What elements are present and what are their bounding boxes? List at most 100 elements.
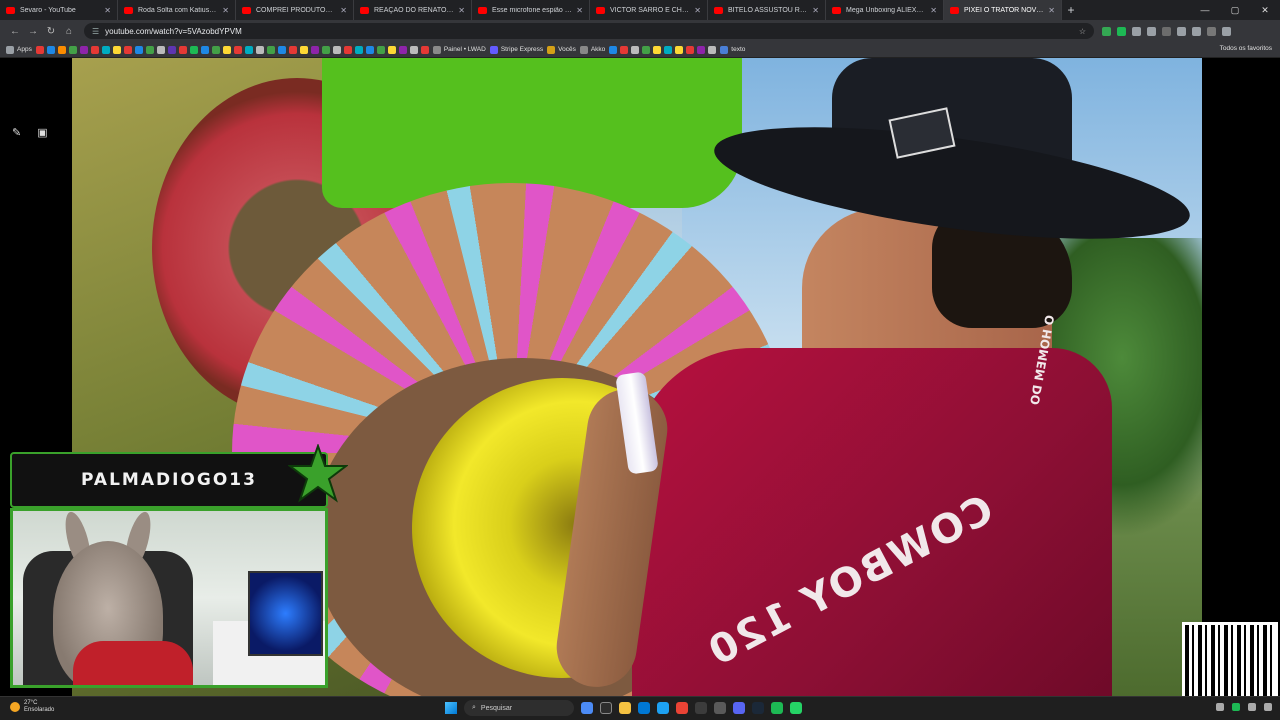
bookmark-icon[interactable] — [398, 45, 407, 54]
close-icon[interactable]: ✕ — [104, 6, 111, 15]
wifi-icon[interactable] — [1248, 703, 1256, 711]
camera-icon[interactable]: ▣ — [37, 126, 47, 139]
site-info-icon[interactable]: ☰ — [92, 27, 99, 36]
minimize-icon[interactable]: — — [1190, 0, 1220, 20]
bookmark-icon[interactable] — [222, 45, 231, 54]
bookmark-icon[interactable] — [365, 45, 374, 54]
volume-icon[interactable] — [1264, 703, 1272, 711]
tray-app-icon[interactable] — [1232, 703, 1240, 711]
history-icon[interactable] — [1192, 26, 1201, 36]
close-icon[interactable]: ✕ — [812, 6, 819, 15]
forward-icon[interactable]: → — [24, 26, 42, 37]
bookmark-icon[interactable] — [609, 45, 618, 54]
bookmark-icon[interactable] — [310, 45, 319, 54]
bookmark-icon[interactable] — [675, 45, 684, 54]
bookmark-icon[interactable] — [686, 45, 695, 54]
url-text[interactable]: youtube.com/watch?v=5VAzobdYPVM — [105, 27, 1079, 36]
app-icon[interactable] — [695, 702, 707, 714]
bookmark-icon[interactable] — [288, 45, 297, 54]
bookmark-icon[interactable] — [376, 45, 385, 54]
tab-6[interactable]: BITELO ASSUSTOU RICHARD R ✕ — [708, 0, 826, 20]
bookmark-icon[interactable] — [211, 45, 220, 54]
back-icon[interactable]: ← — [6, 26, 24, 37]
tab-1[interactable]: Roda Solta com Katiusha a Ru ✕ — [118, 0, 236, 20]
windows-start-icon[interactable] — [445, 702, 457, 714]
close-icon[interactable]: ✕ — [930, 6, 937, 15]
tab-2[interactable]: COMPREI PRODUTOS que ning ✕ — [236, 0, 354, 20]
bookmark-icon[interactable] — [321, 45, 330, 54]
bookmark-icon[interactable] — [299, 45, 308, 54]
magic-wand-icon[interactable]: ✎ — [12, 126, 21, 139]
tab-7[interactable]: Mega Unboxing ALIEXPRESS d✕ — [826, 0, 944, 20]
bookmark-icon[interactable] — [642, 45, 651, 54]
bookmark-icon[interactable] — [244, 45, 253, 54]
bookmark-icon[interactable] — [90, 45, 99, 54]
extension-icon[interactable] — [1162, 26, 1171, 36]
download-icon[interactable] — [1177, 26, 1186, 36]
tab-0[interactable]: Sevaro - YouTube ✕ — [0, 0, 118, 20]
extension-icon[interactable] — [1132, 26, 1141, 36]
bookmark-icon[interactable] — [134, 45, 143, 54]
bookmark-icon[interactable] — [409, 45, 418, 54]
bookmark-icon[interactable] — [420, 45, 429, 54]
bookmark-icon[interactable] — [35, 45, 44, 54]
home-icon[interactable]: ⌂ — [60, 26, 78, 37]
puzzle-icon[interactable] — [1147, 26, 1156, 36]
bookmark-akko[interactable]: Akko — [579, 45, 605, 54]
bookmark-icon[interactable] — [233, 45, 242, 54]
address-bar[interactable]: ☰ youtube.com/watch?v=5VAzobdYPVM ☆ — [84, 23, 1094, 39]
chevron-up-icon[interactable] — [1216, 703, 1224, 711]
bookmark-icon[interactable] — [255, 45, 264, 54]
apps-bookmark[interactable]: Apps — [6, 45, 32, 54]
bookmark-voces[interactable]: Vocês — [547, 45, 576, 54]
new-tab-button[interactable]: + — [1062, 3, 1080, 17]
bookmark-icon[interactable] — [167, 45, 176, 54]
weather-widget[interactable]: 27°C Ensolarado — [10, 700, 54, 714]
bookmark-icon[interactable] — [123, 45, 132, 54]
bookmark-icon[interactable] — [79, 45, 88, 54]
bookmark-icon[interactable] — [708, 45, 717, 54]
close-icon[interactable]: ✕ — [694, 6, 701, 15]
close-icon[interactable]: ✕ — [340, 6, 347, 15]
bookmark-icon[interactable] — [343, 45, 352, 54]
bookmark-icon[interactable] — [266, 45, 275, 54]
bookmark-icon[interactable] — [354, 45, 363, 54]
bookmark-icon[interactable] — [653, 45, 662, 54]
bookmark-icon[interactable] — [277, 45, 286, 54]
bookmark-icon[interactable] — [332, 45, 341, 54]
store-icon[interactable] — [638, 702, 650, 714]
bookmark-icon[interactable] — [189, 45, 198, 54]
bookmark-icon[interactable] — [697, 45, 706, 54]
bookmark-icon[interactable] — [101, 45, 110, 54]
bookmark-icon[interactable] — [620, 45, 629, 54]
close-window-icon[interactable]: ✕ — [1250, 0, 1280, 20]
tab-8-active[interactable]: PIXEI O TRATOR NOVO DO ✕ — [944, 0, 1062, 20]
maximize-icon[interactable]: ▢ — [1220, 0, 1250, 20]
reload-icon[interactable]: ↻ — [42, 26, 60, 37]
edge-icon[interactable] — [657, 702, 669, 714]
bookmark-texto[interactable]: texto — [720, 45, 745, 54]
spotify-icon[interactable] — [771, 702, 783, 714]
steam-icon[interactable] — [752, 702, 764, 714]
menu-icon[interactable] — [1222, 26, 1231, 36]
close-icon[interactable]: ✕ — [222, 6, 229, 15]
bookmark-icon[interactable] — [664, 45, 673, 54]
bookmark-icon[interactable] — [68, 45, 77, 54]
all-favorites-button[interactable]: Todos os favoritos — [1220, 45, 1272, 52]
bookmark-icon[interactable] — [178, 45, 187, 54]
bookmark-icon[interactable] — [46, 45, 55, 54]
bookmark-icon[interactable] — [145, 45, 154, 54]
bookmark-icon[interactable] — [631, 45, 640, 54]
discord-icon[interactable] — [733, 702, 745, 714]
bookmark-stripe[interactable]: Stripe Express — [489, 45, 543, 54]
bookmark-icon[interactable] — [112, 45, 121, 54]
close-icon[interactable]: ✕ — [1048, 6, 1055, 15]
tab-5[interactable]: VICTOR SARRO E CHARLES HE ✕ — [590, 0, 708, 20]
close-icon[interactable]: ✕ — [576, 6, 583, 15]
bookmark-painel[interactable]: Painel • LWAD — [432, 45, 486, 54]
bookmark-star-icon[interactable]: ☆ — [1079, 27, 1086, 36]
bookmark-icon[interactable] — [200, 45, 209, 54]
app-icon[interactable] — [714, 702, 726, 714]
extension-icon[interactable] — [1117, 26, 1126, 36]
profile-avatar[interactable] — [1207, 26, 1216, 36]
